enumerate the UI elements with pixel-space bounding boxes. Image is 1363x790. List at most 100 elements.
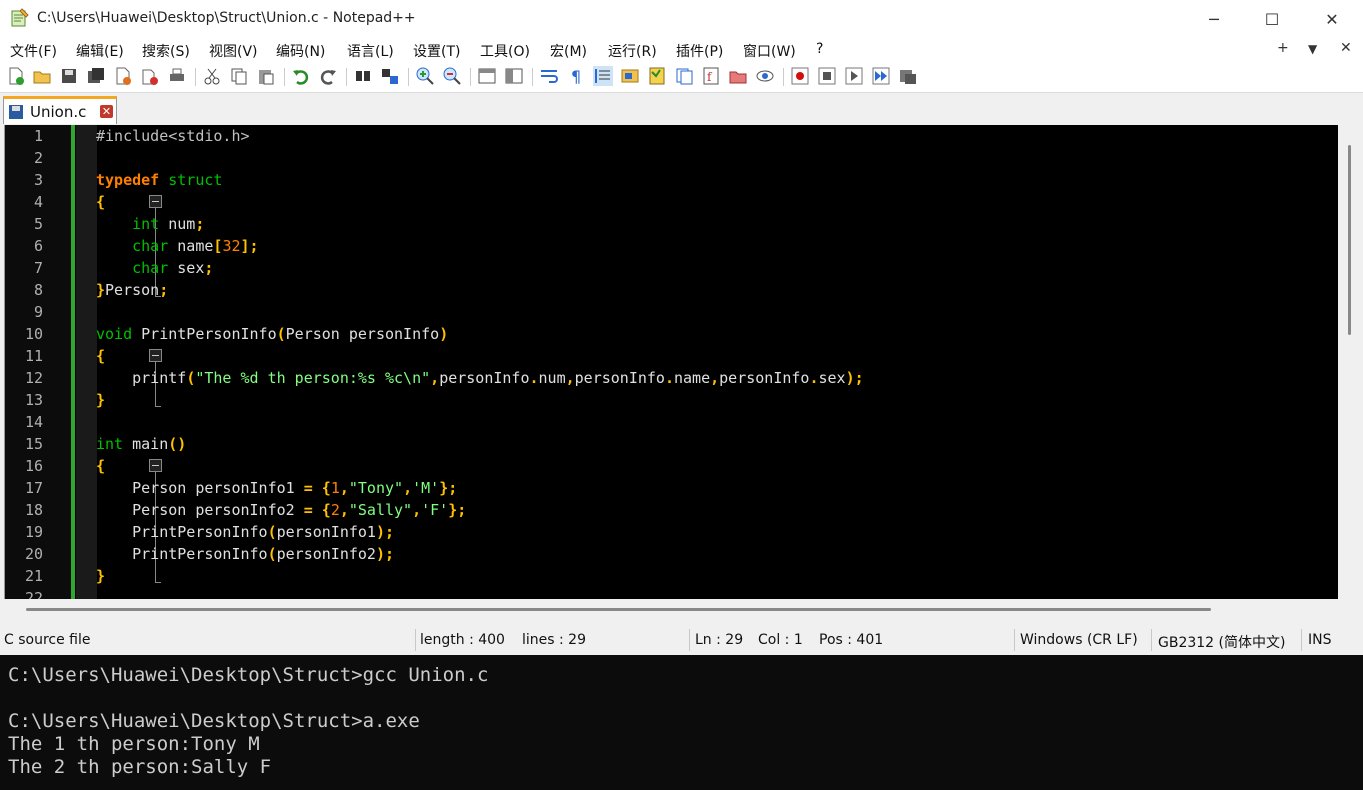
tab-list-dropdown-button[interactable]: ▼ — [1308, 42, 1317, 56]
close-button[interactable]: ✕ — [1303, 0, 1361, 38]
line-number: 7 — [33, 259, 43, 277]
folder-workspace-icon[interactable] — [728, 66, 748, 86]
status-length: length : 400 — [420, 632, 505, 648]
close-document-button[interactable]: ✕ — [1340, 40, 1352, 56]
indent-guide-icon[interactable] — [593, 66, 613, 86]
menu-view[interactable]: 视图(V) — [209, 41, 258, 61]
save-macro-icon[interactable] — [898, 66, 918, 86]
user-language-icon[interactable] — [620, 66, 640, 86]
status-insert-mode[interactable]: INS — [1308, 632, 1332, 648]
status-separator — [689, 629, 690, 651]
code-line-16: { — [96, 457, 106, 475]
sync-vertical-icon[interactable] — [477, 66, 497, 86]
menu-encoding[interactable]: 编码(N) — [276, 41, 325, 61]
status-lines: lines : 29 — [522, 632, 586, 648]
show-all-characters-icon[interactable]: ¶ — [566, 66, 586, 86]
toolbar-separator — [470, 68, 471, 86]
status-separator — [415, 629, 416, 651]
line-number: 5 — [33, 215, 43, 233]
line-number: 19 — [24, 523, 43, 541]
line-number: 18 — [24, 501, 43, 519]
line-number: 8 — [33, 281, 43, 299]
code-line-10: void PrintPersonInfo(Person personInfo) — [96, 325, 449, 343]
status-eol[interactable]: Windows (CR LF) — [1020, 632, 1138, 648]
function-list-icon[interactable]: f — [701, 66, 721, 86]
fold-toggle-icon[interactable] — [149, 459, 162, 472]
paste-icon[interactable] — [256, 66, 276, 86]
line-number: 14 — [24, 413, 43, 431]
record-macro-icon[interactable] — [790, 66, 810, 86]
minimize-button[interactable]: ─ — [1185, 0, 1243, 38]
document-list-icon[interactable] — [674, 66, 694, 86]
menu-window[interactable]: 窗口(W) — [743, 41, 796, 61]
maximize-button[interactable]: ☐ — [1243, 0, 1301, 38]
document-map-icon[interactable] — [647, 66, 667, 86]
toolbar-separator — [195, 68, 196, 86]
word-wrap-icon[interactable] — [539, 66, 559, 86]
cut-icon[interactable] — [202, 66, 222, 86]
save-icon[interactable] — [59, 66, 79, 86]
playback-macro-icon[interactable] — [844, 66, 864, 86]
line-number: 1 — [33, 127, 43, 145]
line-number: 9 — [33, 303, 43, 321]
run-macro-multiple-icon[interactable] — [871, 66, 891, 86]
toolbar: ¶ f — [0, 62, 1363, 93]
code-line-5: int num; — [132, 215, 205, 233]
console-output: C:\Users\Huawei\Desktop\Struct>gcc Union… — [0, 656, 1363, 790]
close-file-icon[interactable] — [113, 66, 133, 86]
notepadpp-window: C:\Users\Huawei\Desktop\Struct\Union.c -… — [0, 0, 1363, 655]
stop-recording-icon[interactable] — [817, 66, 837, 86]
new-file-icon[interactable] — [6, 66, 26, 86]
find-icon[interactable] — [353, 66, 373, 86]
open-file-icon[interactable] — [32, 66, 52, 86]
status-separator — [1301, 629, 1302, 651]
code-text: #include<stdio.h> typedef struct { int n… — [96, 125, 864, 585]
status-separator — [1151, 629, 1152, 651]
menu-tools[interactable]: 工具(O) — [480, 41, 530, 61]
tab-union-c[interactable]: Union.c ✕ — [3, 96, 117, 124]
new-tab-plus-button[interactable]: + — [1277, 40, 1289, 56]
menu-macro[interactable]: 宏(M) — [550, 41, 587, 61]
replace-icon[interactable] — [380, 66, 400, 86]
fold-toggle-icon[interactable] — [149, 195, 162, 208]
code-editor[interactable]: 1 2 3 4 5 6 7 8 9 10 11 12 13 14 15 16 17 18 19 20 21 22 #inc… — [4, 125, 1338, 599]
vertical-scrollbar[interactable] — [1338, 125, 1363, 599]
menu-search[interactable]: 搜索(S) — [142, 41, 190, 61]
code-line-6: char name[32]; — [132, 237, 259, 255]
sync-horizontal-icon[interactable] — [504, 66, 524, 86]
menu-file[interactable]: 文件(F) — [10, 41, 57, 61]
tab-bar: Union.c ✕ — [0, 93, 1363, 124]
menu-help[interactable]: ? — [816, 41, 823, 57]
code-line-3: typedef struct — [96, 171, 223, 189]
toolbar-separator — [284, 68, 285, 86]
horizontal-scrollbar[interactable] — [4, 599, 1337, 621]
menu-run[interactable]: 运行(R) — [608, 41, 657, 61]
menu-language[interactable]: 语言(L) — [347, 41, 394, 61]
fold-toggle-icon[interactable] — [149, 349, 162, 362]
code-line-21: } — [96, 567, 106, 585]
status-ln: Ln : 29 — [695, 632, 744, 648]
horizontal-scroll-thumb[interactable] — [26, 608, 1211, 611]
code-line-19: PrintPersonInfo(personInfo1); — [132, 523, 395, 541]
zoom-in-icon[interactable] — [415, 66, 435, 86]
monitoring-eye-icon[interactable] — [755, 66, 775, 86]
menu-plugins[interactable]: 插件(P) — [676, 41, 723, 61]
window-title: C:\Users\Huawei\Desktop\Struct\Union.c -… — [37, 10, 416, 26]
menu-edit[interactable]: 编辑(E) — [76, 41, 124, 61]
line-number: 17 — [24, 479, 43, 497]
menu-settings[interactable]: 设置(T) — [413, 41, 460, 61]
code-line-11: { — [96, 347, 106, 365]
save-all-icon[interactable] — [86, 66, 106, 86]
vertical-scroll-thumb[interactable] — [1348, 145, 1351, 335]
title-bar: C:\Users\Huawei\Desktop\Struct\Union.c -… — [0, 0, 1363, 38]
undo-icon[interactable] — [291, 66, 311, 86]
code-line-4: { — [96, 193, 106, 211]
close-all-icon[interactable] — [140, 66, 160, 86]
code-line-12: printf("The %d th person:%s %c\n",person… — [132, 369, 864, 387]
zoom-out-icon[interactable] — [442, 66, 462, 86]
tab-close-icon[interactable]: ✕ — [100, 105, 113, 118]
print-icon[interactable] — [167, 66, 187, 86]
copy-icon[interactable] — [229, 66, 249, 86]
status-encoding[interactable]: GB2312 (简体中文) — [1158, 632, 1285, 652]
redo-icon[interactable] — [318, 66, 338, 86]
